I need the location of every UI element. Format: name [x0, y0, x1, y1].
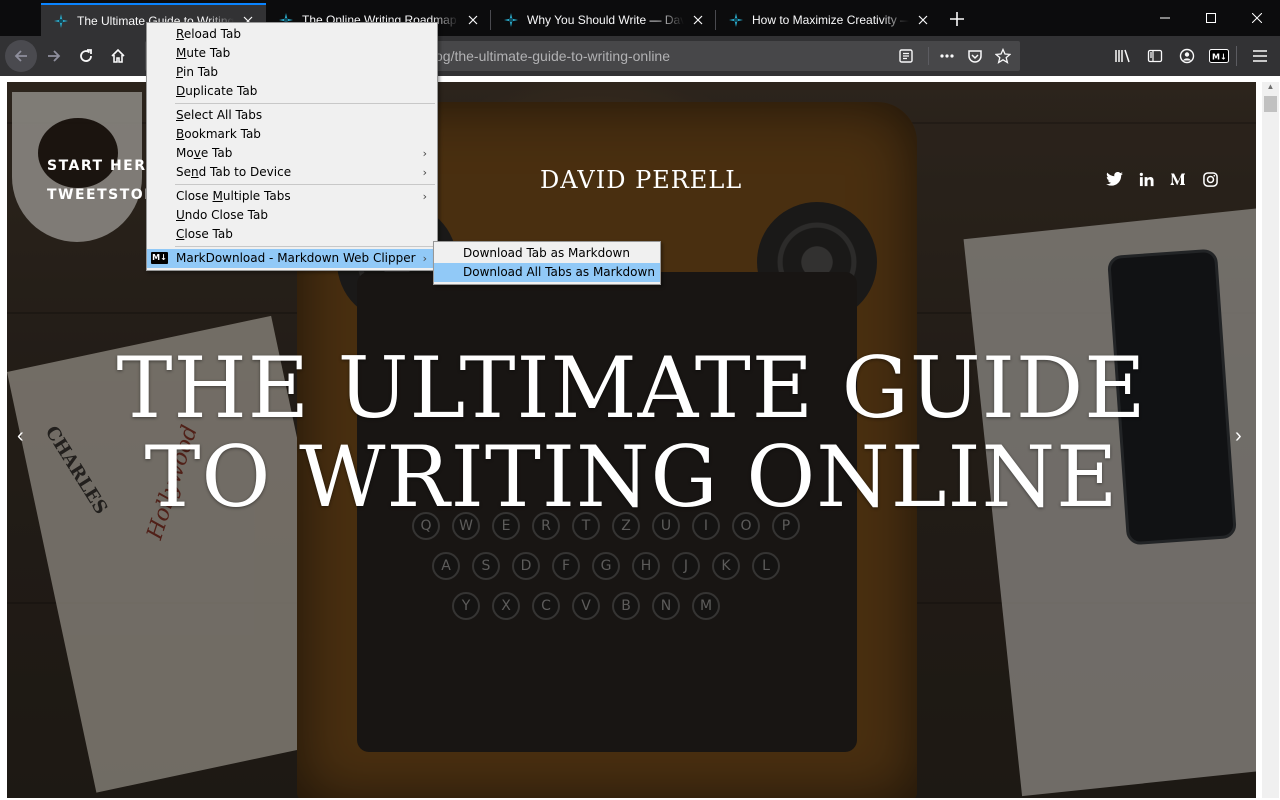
submenu-arrow-icon: › [422, 252, 427, 265]
site-favicon-icon [503, 12, 519, 28]
menu-separator [175, 246, 435, 247]
menu-item-mute-tab[interactable]: Mute Tab [147, 44, 437, 63]
menu-item-download-tab-as-markdown[interactable]: Download Tab as Markdown [434, 244, 660, 263]
menu-item-duplicate-tab[interactable]: Duplicate Tab [147, 82, 437, 101]
url-text[interactable]: og/the-ultimate-guide-to-writing-online [435, 48, 670, 64]
medium-icon[interactable] [1169, 170, 1187, 188]
headline-line-2: TO WRITING ONLINE [144, 428, 1119, 526]
account-icon[interactable] [1171, 40, 1203, 72]
menu-item-undo-close-tab[interactable]: Undo Close Tab [147, 206, 437, 225]
site-favicon-icon [728, 12, 744, 28]
markdown-icon: M↓ [151, 252, 168, 264]
social-links [1105, 170, 1219, 188]
svg-text:M↓: M↓ [1212, 53, 1227, 62]
menu-item-close-multiple-tabs[interactable]: Close Multiple Tabs › [147, 187, 437, 206]
new-tab-button[interactable] [945, 7, 969, 31]
home-button[interactable] [102, 40, 134, 72]
markdownload-submenu: Download Tab as Markdown Download All Ta… [433, 241, 661, 285]
menu-item-select-all-tabs[interactable]: Select All Tabs [147, 106, 437, 125]
instagram-icon[interactable] [1201, 170, 1219, 188]
headline-line-1: THE ULTIMATE GUIDE [116, 339, 1147, 437]
submenu-arrow-icon: › [422, 190, 427, 203]
menu-item-markdownload[interactable]: M↓ MarkDownload - Markdown Web Clipper › [147, 249, 437, 268]
linkedin-icon[interactable] [1137, 170, 1155, 188]
tab-title: How to Maximize Creativity — David Perel… [752, 12, 909, 27]
scroll-thumb[interactable] [1264, 96, 1277, 112]
library-icon[interactable] [1107, 40, 1139, 72]
menu-item-send-tab-to-device[interactable]: Send Tab to Device › [147, 163, 437, 182]
menu-separator [175, 103, 435, 104]
carousel-prev-arrow[interactable]: ‹ [17, 425, 24, 448]
menu-item-reload-tab[interactable]: Reload Tab [147, 25, 437, 44]
submenu-arrow-icon: › [422, 147, 427, 160]
tab-close-icon[interactable] [690, 12, 706, 28]
tab-close-icon[interactable] [465, 12, 481, 28]
reload-button[interactable] [70, 40, 102, 72]
scroll-up-arrow-icon[interactable]: ▲ [1262, 82, 1279, 94]
minimize-button[interactable] [1142, 0, 1188, 36]
pocket-icon[interactable] [964, 45, 986, 67]
page-actions-icon[interactable] [936, 45, 958, 67]
page-headline: THE ULTIMATE GUIDE TO WRITING ONLINE [7, 344, 1256, 522]
bookmark-star-icon[interactable] [992, 45, 1014, 67]
submenu-arrow-icon: › [422, 166, 427, 179]
menu-item-pin-tab[interactable]: Pin Tab [147, 63, 437, 82]
menu-item-bookmark-tab[interactable]: Bookmark Tab [147, 125, 437, 144]
carousel-next-arrow[interactable]: › [1235, 425, 1242, 448]
tab-maximize-creativity[interactable]: How to Maximize Creativity — David Perel… [716, 3, 941, 36]
twitter-icon[interactable] [1105, 170, 1123, 188]
forward-button[interactable] [38, 40, 70, 72]
tab-context-menu: Reload Tab Mute Tab Pin Tab Duplicate Ta… [146, 22, 438, 271]
reader-view-icon[interactable] [895, 45, 917, 67]
tab-close-icon[interactable] [915, 12, 931, 28]
sidebar-icon[interactable] [1139, 40, 1171, 72]
back-button[interactable] [5, 40, 37, 72]
urlbar-separator [928, 47, 929, 65]
markdownload-extension-icon[interactable]: M↓ [1203, 40, 1235, 72]
toolbar-separator [1236, 46, 1237, 66]
menu-item-move-tab[interactable]: Move Tab › [147, 144, 437, 163]
menu-item-close-tab[interactable]: Close Tab [147, 225, 437, 244]
menu-item-download-all-tabs-as-markdown[interactable]: Download All Tabs as Markdown [434, 263, 660, 282]
site-name[interactable]: DAVID PERELL [540, 166, 742, 194]
hamburger-menu-icon[interactable] [1244, 40, 1276, 72]
maximize-button[interactable] [1188, 0, 1234, 36]
tab-title: Why You Should Write — David Perell [527, 12, 684, 27]
menu-separator [175, 184, 435, 185]
page-scrollbar[interactable]: ▲ [1262, 82, 1279, 798]
tab-why-you-should-write[interactable]: Why You Should Write — David Perell [491, 3, 716, 36]
close-window-button[interactable] [1234, 0, 1280, 36]
site-favicon-icon [53, 13, 69, 29]
